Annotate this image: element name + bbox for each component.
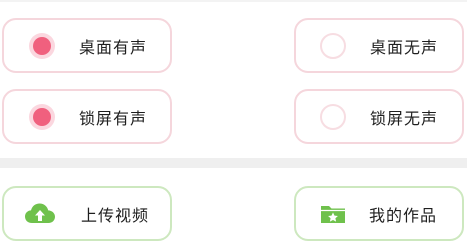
lockscreen-sound-off-option[interactable]: 锁屏无声 — [294, 89, 464, 144]
upload-video-label: 上传视频 — [81, 205, 150, 225]
desktop-sound-off-label: 桌面无声 — [370, 37, 439, 57]
top-edge — [0, 0, 467, 2]
radio-selected-icon — [29, 32, 55, 59]
radio-unselected-icon — [320, 103, 346, 130]
lockscreen-sound-off-label: 锁屏无声 — [370, 108, 439, 128]
radio-selected-icon — [29, 103, 55, 130]
my-works-label: 我的作品 — [369, 205, 438, 225]
desktop-sound-off-option[interactable]: 桌面无声 — [294, 18, 464, 73]
radio-unselected-icon — [320, 32, 346, 59]
section-divider — [0, 158, 467, 168]
desktop-sound-on-option[interactable]: 桌面有声 — [2, 18, 172, 73]
wallpaper-sound-settings: 桌面有声 桌面无声 锁屏有声 锁屏无声 上传视频 我的作品 — [0, 0, 467, 250]
lockscreen-sound-on-label: 锁屏有声 — [79, 108, 148, 128]
folder-star-icon — [319, 202, 347, 226]
my-works-button[interactable]: 我的作品 — [294, 186, 464, 241]
lockscreen-sound-on-option[interactable]: 锁屏有声 — [2, 89, 172, 144]
upload-video-button[interactable]: 上传视频 — [2, 186, 172, 241]
cloud-upload-icon — [24, 202, 56, 226]
desktop-sound-on-label: 桌面有声 — [79, 37, 148, 57]
